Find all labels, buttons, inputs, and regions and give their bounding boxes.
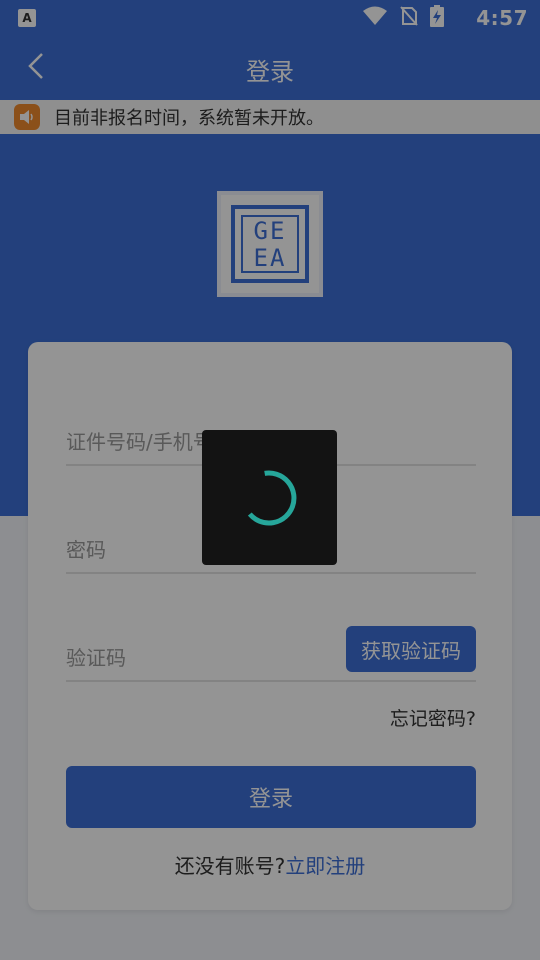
loading-spinner-icon xyxy=(247,470,297,526)
loading-dialog xyxy=(202,430,337,565)
